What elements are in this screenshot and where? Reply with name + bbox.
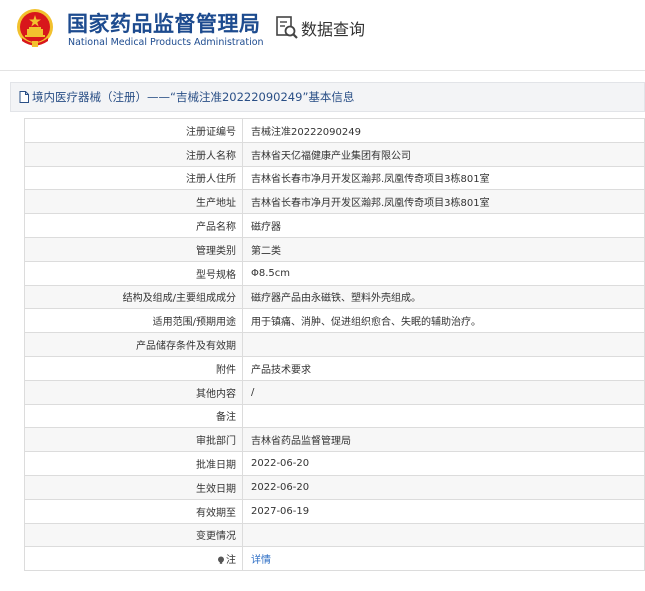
field-value: 2022-06-20 <box>242 474 645 500</box>
field-label: 注册人住所 <box>24 165 243 191</box>
field-label: 型号规格 <box>24 260 243 286</box>
device-info-table: 注册证编号 吉械注准20222090249 注册人名称 吉林省天亿福健康产业集团有限公… <box>24 118 645 572</box>
document-search-icon <box>276 16 298 39</box>
header-divider <box>0 70 645 71</box>
table-row: 有效期至 2027-06-19 <box>24 498 645 524</box>
field-label: 批准日期 <box>24 451 243 476</box>
field-label: 注册人名称 <box>24 141 243 167</box>
field-value: 用于镇痛、消肿、促进组织愈合、失眠的辅助治疗。 <box>242 308 645 334</box>
table-row: 注册人住所 吉林省长春市净月开发区瀚邦.凤凰传奇项目3栋801室 <box>24 165 645 191</box>
table-row: 附件 产品技术要求 <box>24 355 645 381</box>
field-label: 生产地址 <box>24 189 243 215</box>
field-label: 其他内容 <box>24 379 243 405</box>
field-value: / <box>242 379 645 405</box>
table-row: 注册人名称 吉林省天亿福健康产业集团有限公司 <box>24 141 645 167</box>
field-label: 注册证编号 <box>24 118 243 143</box>
table-row: 注册证编号 吉械注准20222090249 <box>24 118 645 143</box>
field-label: 备注 <box>24 403 243 429</box>
field-label: 适用范围/预期用途 <box>24 308 243 334</box>
details-link[interactable]: 详情 <box>251 555 271 566</box>
site-header: 国家药品监督管理局 National Medical Products Admi… <box>0 0 645 58</box>
table-row: 型号规格 Φ8.5cm <box>24 260 645 286</box>
field-value: 第二类 <box>242 236 645 262</box>
field-value <box>242 403 645 429</box>
field-label: 管理类别 <box>24 236 243 262</box>
field-value: 吉械注准20222090249 <box>242 118 645 143</box>
data-query-link[interactable]: 数据查询 <box>276 16 365 40</box>
field-value: 吉林省药品监督管理局 <box>242 427 645 453</box>
field-value: 吉林省长春市净月开发区瀚邦.凤凰传奇项目3栋801室 <box>242 165 645 191</box>
note-value-cell: 详情 <box>242 546 645 572</box>
table-row: 变更情况 <box>24 522 645 548</box>
field-value: Φ8.5cm <box>242 260 645 286</box>
field-label: 结构及组成/主要组成成分 <box>24 284 243 310</box>
field-value: 2027-06-19 <box>242 498 645 524</box>
field-label: 产品名称 <box>24 213 243 238</box>
field-label: 产品储存条件及有效期 <box>24 332 243 357</box>
table-row: 生产地址 吉林省长春市净月开发区瀚邦.凤凰传奇项目3栋801室 <box>24 189 645 215</box>
table-row: 其他内容 / <box>24 379 645 405</box>
data-query-label: 数据查询 <box>301 20 366 39</box>
section-header: 境内医疗器械（注册）——“吉械注准20222090249”基本信息 <box>10 82 645 112</box>
field-value: 2022-06-20 <box>242 451 645 476</box>
field-label: 有效期至 <box>24 498 243 524</box>
table-row: 备注 <box>24 403 645 429</box>
section-title: 境内医疗器械（注册）——“吉械注准20222090249”基本信息 <box>32 90 355 104</box>
field-value: 吉林省长春市净月开发区瀚邦.凤凰传奇项目3栋801室 <box>242 189 645 215</box>
table-row: 管理类别 第二类 <box>24 236 645 262</box>
table-row: 产品名称 磁疗器 <box>24 213 645 238</box>
field-value: 吉林省天亿福健康产业集团有限公司 <box>242 141 645 167</box>
org-name-cn: 国家药品监督管理局 <box>67 12 261 36</box>
org-name-en: National Medical Products Administration <box>68 37 264 48</box>
field-value: 磁疗器产品由永磁铁、塑料外壳组成。 <box>242 284 645 310</box>
field-value: 磁疗器 <box>242 213 645 238</box>
national-emblem-icon <box>17 9 53 47</box>
note-label-cell: 注 <box>24 546 243 572</box>
field-label: 变更情况 <box>24 522 243 548</box>
field-value <box>242 332 645 357</box>
field-value: 产品技术要求 <box>242 355 645 381</box>
table-row: 生效日期 2022-06-20 <box>24 474 645 500</box>
note-bulb-icon <box>218 556 224 565</box>
table-row: 审批部门 吉林省药品监督管理局 <box>24 427 645 453</box>
field-label: 生效日期 <box>24 474 243 500</box>
field-label: 审批部门 <box>24 427 243 453</box>
table-row: 结构及组成/主要组成成分 磁疗器产品由永磁铁、塑料外壳组成。 <box>24 284 645 310</box>
table-row: 适用范围/预期用途 用于镇痛、消肿、促进组织愈合、失眠的辅助治疗。 <box>24 308 645 334</box>
field-label: 附件 <box>24 355 243 381</box>
document-icon <box>19 91 29 103</box>
field-value <box>242 522 645 548</box>
table-row: 批准日期 2022-06-20 <box>24 451 645 476</box>
table-row: 产品储存条件及有效期 <box>24 332 645 357</box>
note-label: 注 <box>226 555 236 567</box>
table-row-note: 注 详情 <box>24 546 645 572</box>
